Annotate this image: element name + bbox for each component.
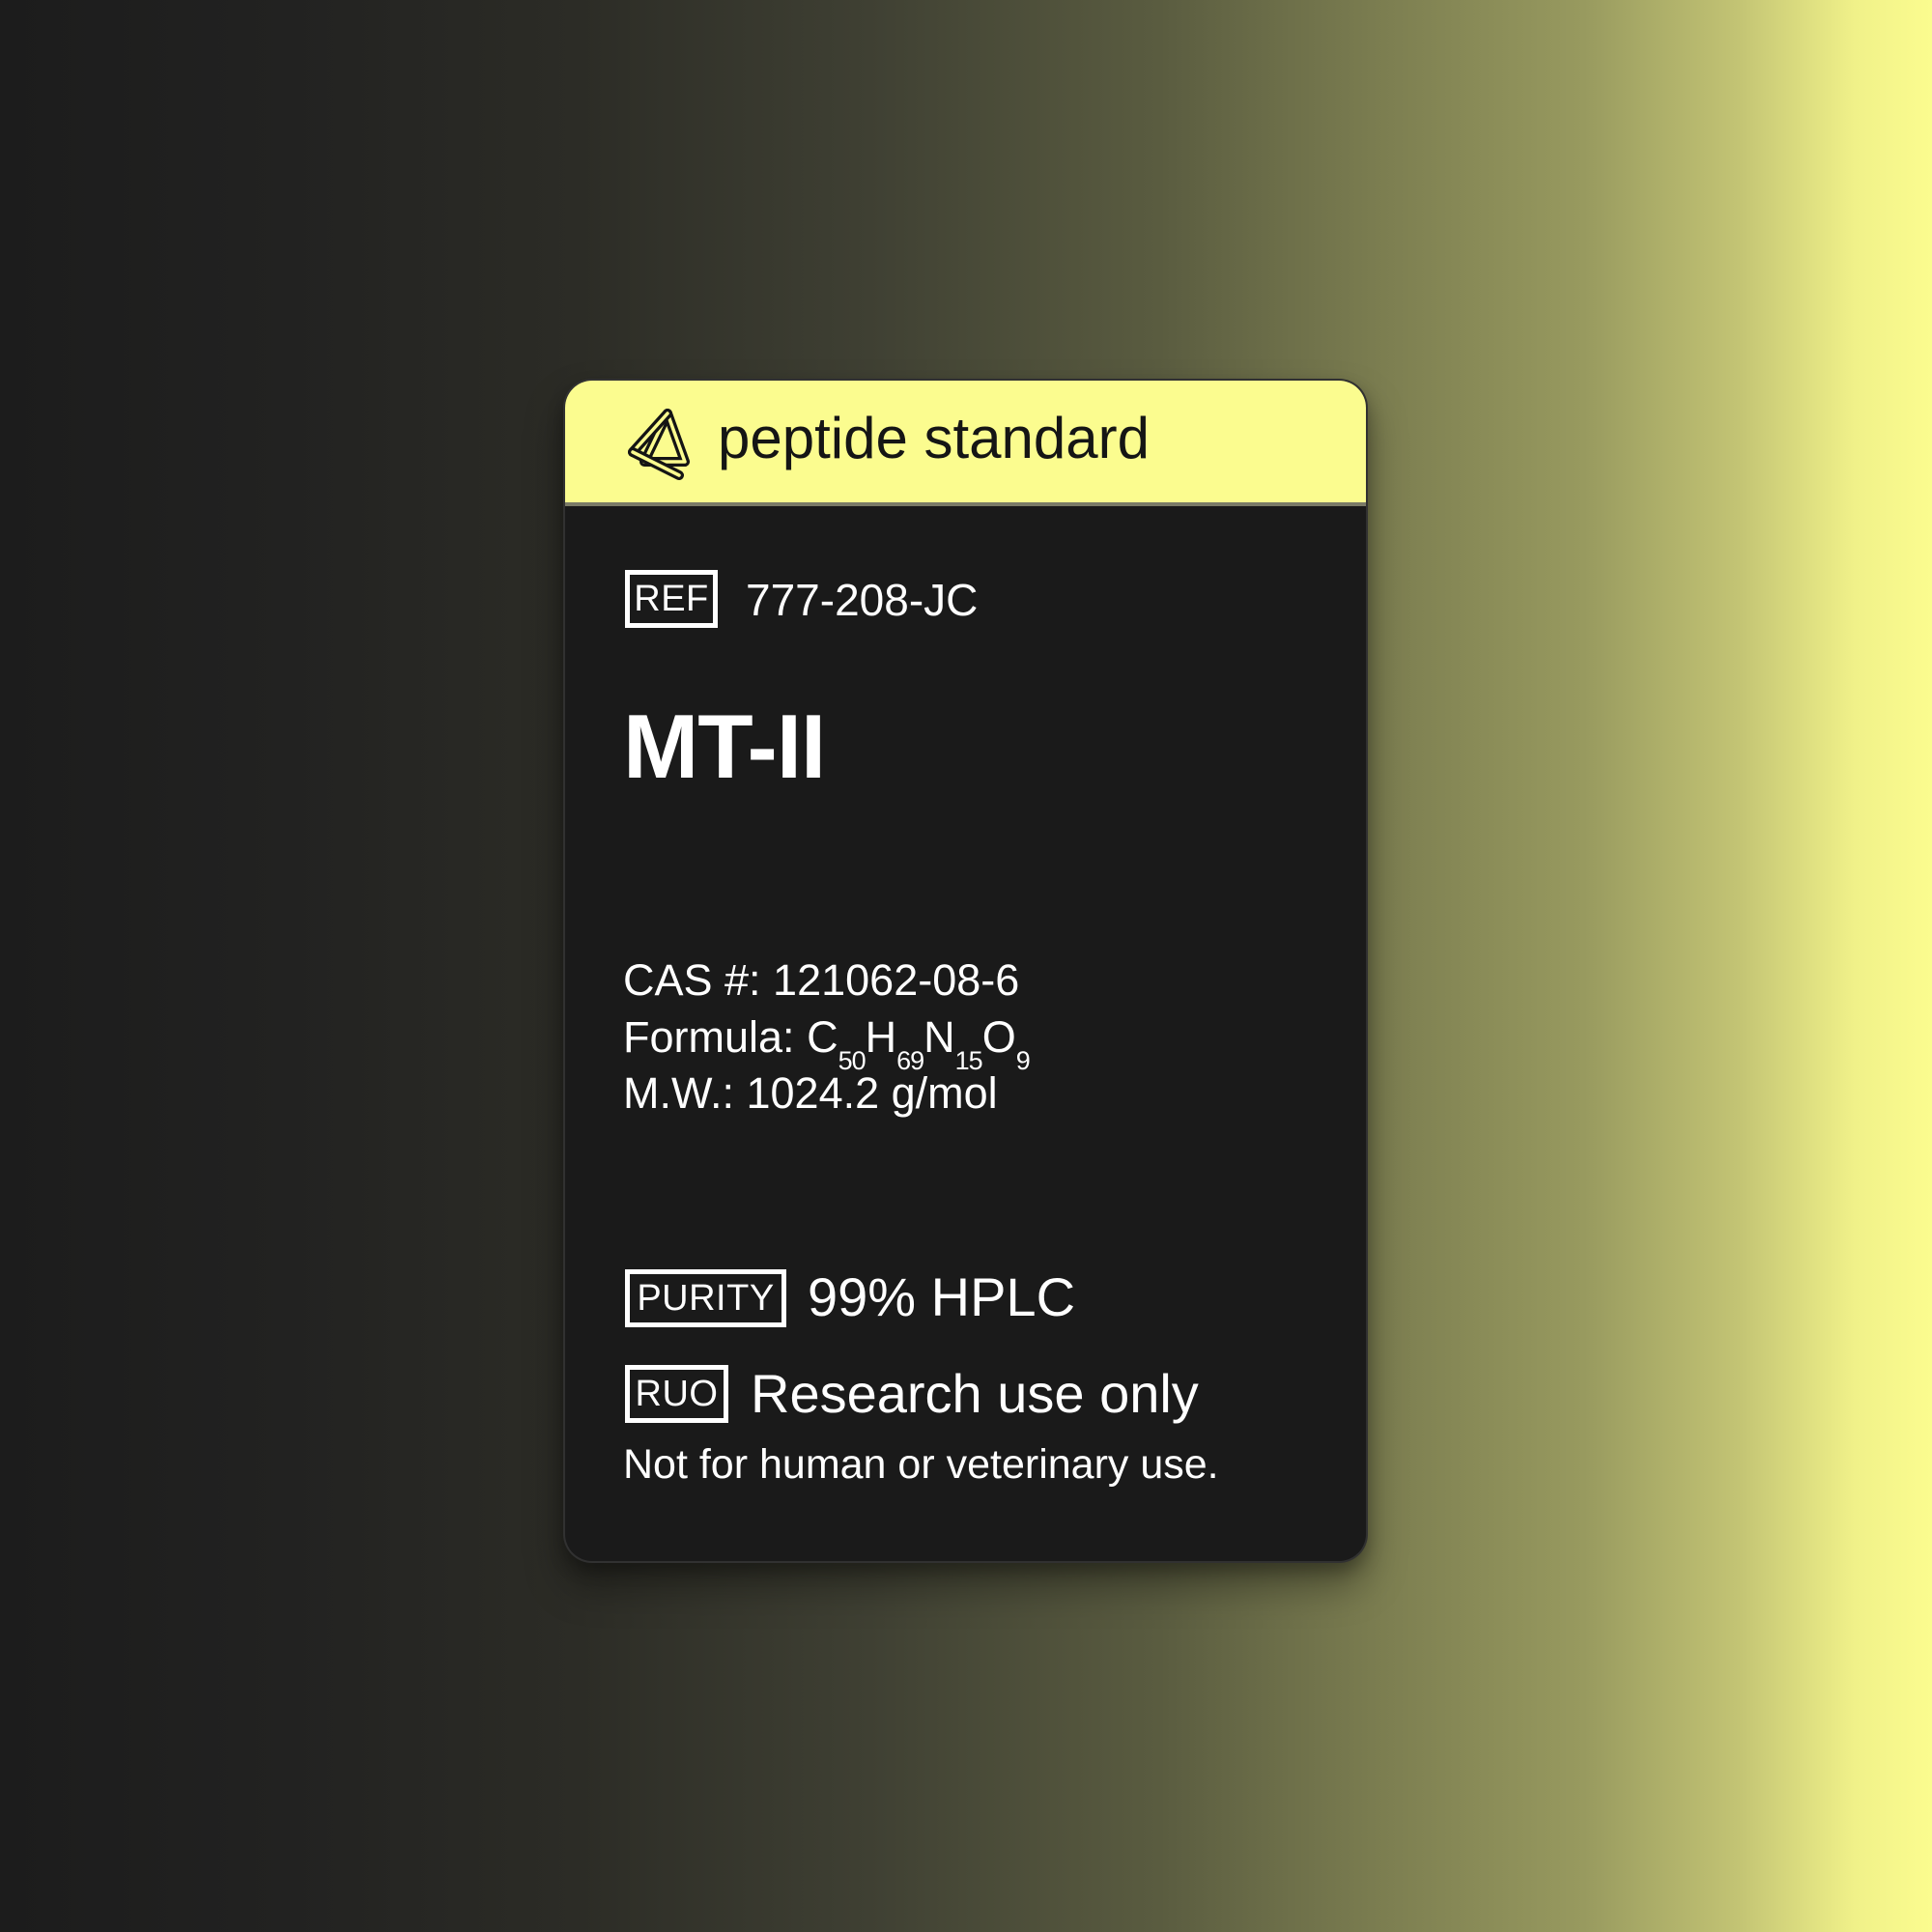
brand-name: peptide standard <box>718 406 1151 470</box>
label-header: peptide standard <box>565 381 1366 506</box>
formula-prefix: Formula: <box>623 1012 795 1062</box>
ruo-label-box: RUO <box>625 1365 728 1423</box>
triangle-knot-logo-icon <box>623 408 696 481</box>
product-label-card: peptide standard REF 777-208-JC MT-II CA… <box>563 379 1368 1563</box>
purity-label-box: PURITY <box>625 1269 786 1327</box>
formula-elements: C50H69N15O9 <box>807 1012 1031 1074</box>
ref-value: 777-208-JC <box>746 575 979 625</box>
formula-element: N <box>923 1012 955 1062</box>
formula-line: Formula: C50H69N15O9 <box>623 1012 1031 1074</box>
ref-label-box: REF <box>625 570 718 628</box>
molecular-weight: M.W.: 1024.2 g/mol <box>623 1068 998 1118</box>
formula-element: O <box>981 1012 1016 1062</box>
product-name: MT-II <box>623 696 826 797</box>
formula-element: C <box>807 1012 838 1062</box>
ruo-value: Research use only <box>751 1363 1199 1424</box>
formula-subscript: 9 <box>1015 1046 1031 1075</box>
purity-value: 99% HPLC <box>808 1266 1076 1327</box>
disclaimer-text: Not for human or veterinary use. <box>623 1441 1219 1488</box>
cas-number: CAS #: 121062-08-6 <box>623 955 1020 1005</box>
formula-element: H <box>865 1012 897 1062</box>
